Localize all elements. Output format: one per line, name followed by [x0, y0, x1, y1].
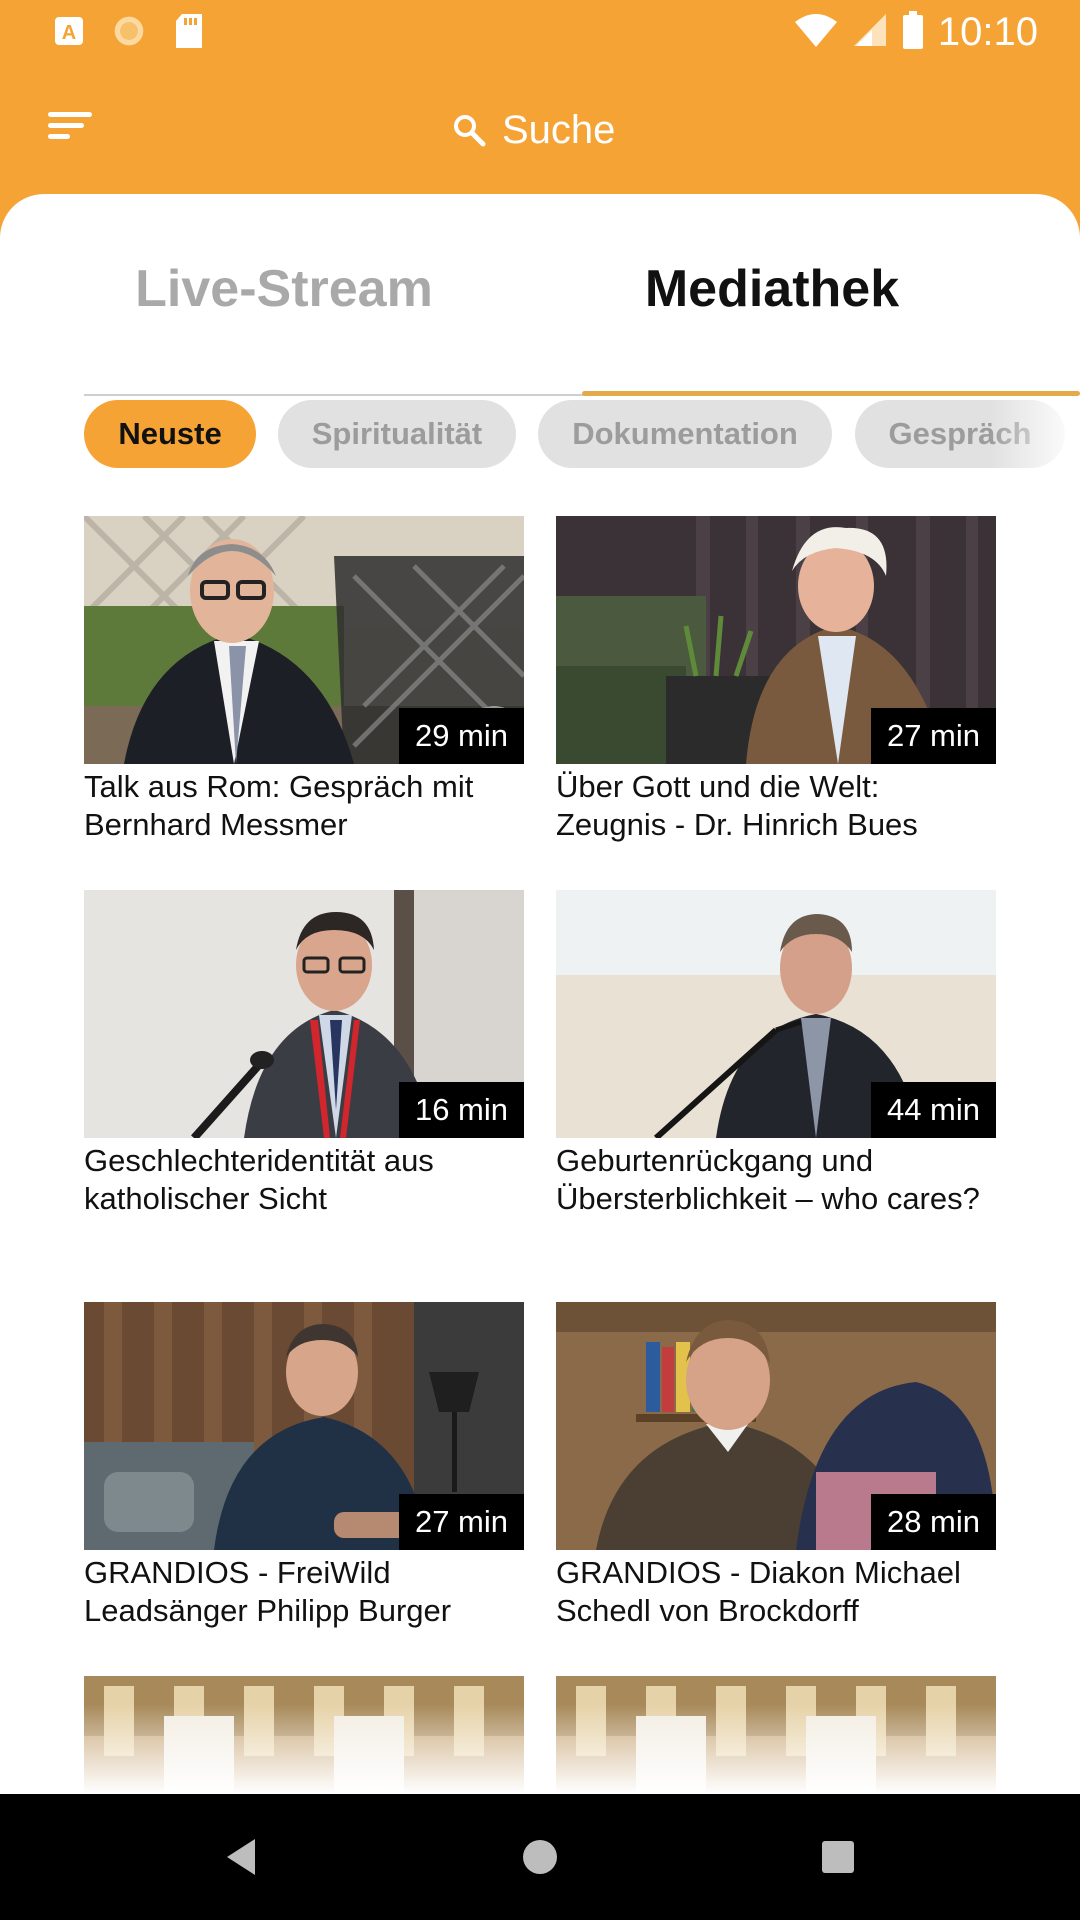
- video-thumbnail: 27 min: [556, 516, 996, 764]
- chip-dokumentation[interactable]: Dokumentation: [538, 400, 832, 468]
- battery-icon: [902, 11, 924, 54]
- video-title: GRANDIOS - Diakon Michael Schedl von Bro…: [556, 1555, 961, 1628]
- video-title: Über Gott und die Welt: Zeugnis - Dr. Hi…: [556, 769, 918, 842]
- sun-icon: [112, 14, 146, 48]
- search-button[interactable]: Suche: [452, 102, 615, 158]
- status-bar: A 10:10: [0, 0, 1080, 64]
- video-card[interactable]: 29 min Talk aus Rom: Gespräch mit Bernha…: [84, 516, 524, 844]
- duration-badge: 27 min: [870, 708, 996, 764]
- filter-chips: Neuste Spiritualität Dokumentation Gespr…: [84, 400, 1080, 470]
- video-title: GRANDIOS - FreiWild Leadsänger Philipp B…: [84, 1555, 452, 1628]
- video-thumbnail: 29 min: [84, 516, 524, 764]
- home-icon[interactable]: [515, 1832, 565, 1882]
- video-thumbnail: 44 min: [556, 890, 996, 1138]
- signal-icon: [852, 12, 888, 53]
- tab-bar: Live-Stream Mediathek: [84, 234, 1080, 396]
- duration-badge: 28 min: [870, 1494, 996, 1550]
- clock: 10:10: [937, 10, 1038, 54]
- chips-fade: [990, 400, 1080, 470]
- video-card[interactable]: 27 min Über Gott und die Welt: Zeugnis -…: [556, 516, 996, 844]
- video-title: Geburtenrückgang und Übersterblichkeit –…: [556, 1143, 980, 1216]
- chip-spiritualitaet[interactable]: Spiritualität: [278, 400, 516, 468]
- video-card[interactable]: 44 min Geburtenrückgang und Übersterblic…: [556, 890, 996, 1218]
- video-card[interactable]: 27 min GRANDIOS - FreiWild Leadsänger Ph…: [84, 1302, 524, 1630]
- search-icon: [454, 115, 486, 147]
- tab-mediathek[interactable]: Mediathek: [544, 234, 1000, 344]
- sd-card-icon: [172, 14, 206, 48]
- video-card[interactable]: 28 min GRANDIOS - Diakon Michael Schedl …: [556, 1302, 996, 1630]
- content-sheet: Live-Stream Mediathek Neuste Spiritualit…: [0, 194, 1080, 1794]
- list-fade: [0, 1704, 1080, 1794]
- video-title: Geschlechteridentität aus katholischer S…: [84, 1143, 434, 1216]
- duration-badge: 44 min: [870, 1082, 996, 1138]
- duration-badge: 27 min: [398, 1494, 524, 1550]
- back-icon[interactable]: [216, 1832, 266, 1882]
- tab-live-stream[interactable]: Live-Stream: [56, 234, 512, 344]
- menu-icon[interactable]: [48, 112, 98, 148]
- video-thumbnail: 28 min: [556, 1302, 996, 1550]
- app-a-icon: A: [52, 14, 86, 48]
- recents-icon[interactable]: [813, 1832, 863, 1882]
- svg-text:A: A: [62, 22, 76, 44]
- chip-neuste[interactable]: Neuste: [84, 400, 256, 468]
- duration-badge: 29 min: [398, 708, 524, 764]
- tab-indicator: [582, 391, 1080, 396]
- system-nav-bar: [0, 1794, 1080, 1920]
- app-bar: Suche: [0, 64, 1080, 194]
- video-card[interactable]: 16 min Geschlechteridentität aus katholi…: [84, 890, 524, 1218]
- search-label: Suche: [502, 107, 616, 152]
- wifi-icon: [794, 12, 838, 53]
- video-title: Talk aus Rom: Gespräch mit Bernhard Mess…: [84, 769, 474, 842]
- video-thumbnail: 27 min: [84, 1302, 524, 1550]
- video-thumbnail: 16 min: [84, 890, 524, 1138]
- duration-badge: 16 min: [398, 1082, 524, 1138]
